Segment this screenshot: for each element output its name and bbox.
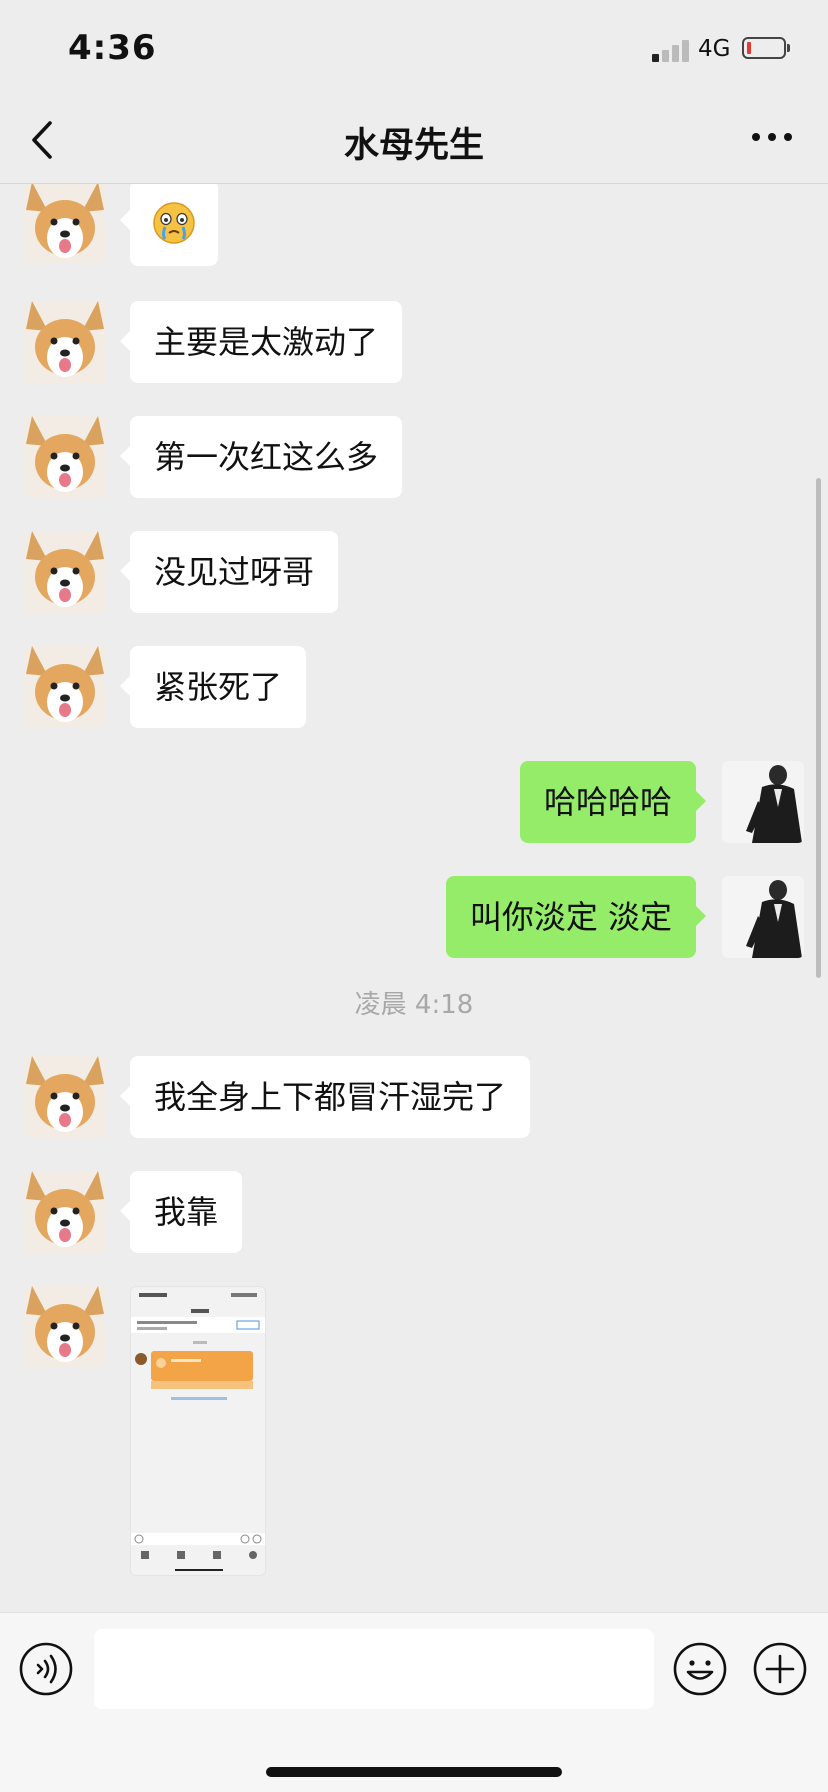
message-row: 哈哈哈哈: [0, 761, 828, 843]
contact-avatar[interactable]: [24, 416, 106, 498]
message-bubble[interactable]: 我全身上下都冒汗湿完了: [119, 1056, 531, 1138]
input-bar: [0, 1612, 828, 1792]
contact-avatar[interactable]: [24, 646, 106, 728]
contact-avatar[interactable]: [24, 1056, 106, 1138]
chat-header: 水母先生: [0, 95, 828, 184]
contact-avatar[interactable]: [24, 1286, 106, 1368]
emoji-icon[interactable]: [672, 1641, 728, 1697]
message-bubble[interactable]: 紧张死了: [119, 646, 307, 728]
screenshot-thumbnail: [131, 1287, 265, 1575]
network-type: 4G: [698, 36, 731, 62]
contact-avatar[interactable]: [24, 1171, 106, 1253]
message-row: 叫你淡定 淡定: [0, 876, 828, 958]
chat-title: 水母先生: [343, 126, 484, 166]
home-indicator[interactable]: [266, 1767, 562, 1777]
message-row: 我全身上下都冒汗湿完了: [0, 1056, 828, 1138]
timestamp: 凌晨 4:18: [354, 990, 474, 1020]
message-row: 我靠: [0, 1171, 828, 1253]
emoji-message[interactable]: [120, 184, 218, 266]
message-list[interactable]: 主要是太激动了 第一次红这么多 没见过呀哥 紧张死了 哈哈哈哈 叫你淡定 淡定 …: [0, 184, 828, 1612]
signal-icon: [652, 38, 692, 62]
contact-avatar[interactable]: [24, 301, 106, 383]
voice-icon[interactable]: [18, 1641, 74, 1697]
message-bubble[interactable]: 没见过呀哥: [119, 531, 339, 613]
message-row: 主要是太激动了: [0, 301, 828, 383]
more-icon[interactable]: [748, 125, 796, 149]
contact-avatar[interactable]: [24, 531, 106, 613]
image-message[interactable]: [130, 1286, 266, 1576]
message-row: [0, 184, 828, 266]
message-bubble[interactable]: 我靠: [119, 1171, 243, 1253]
message-row: 第一次红这么多: [0, 416, 828, 498]
my-avatar[interactable]: [722, 761, 804, 843]
message-input[interactable]: [94, 1629, 654, 1709]
my-avatar[interactable]: [722, 876, 804, 958]
scrollbar[interactable]: [816, 478, 821, 978]
message-bubble[interactable]: 哈哈哈哈: [519, 761, 707, 843]
crying-emoji-icon: [153, 202, 195, 244]
message-row: 没见过呀哥: [0, 531, 828, 613]
message-row: [0, 1286, 828, 1576]
message-row: 紧张死了: [0, 646, 828, 728]
status-bar: 4:36 4G: [0, 0, 828, 95]
plus-icon[interactable]: [752, 1641, 808, 1697]
contact-avatar[interactable]: [24, 184, 106, 264]
battery-icon: [742, 37, 790, 59]
message-bubble[interactable]: 第一次红这么多: [119, 416, 403, 498]
status-time: 4:36: [68, 28, 157, 68]
message-bubble[interactable]: 主要是太激动了: [119, 301, 403, 383]
message-bubble[interactable]: 叫你淡定 淡定: [445, 876, 707, 958]
